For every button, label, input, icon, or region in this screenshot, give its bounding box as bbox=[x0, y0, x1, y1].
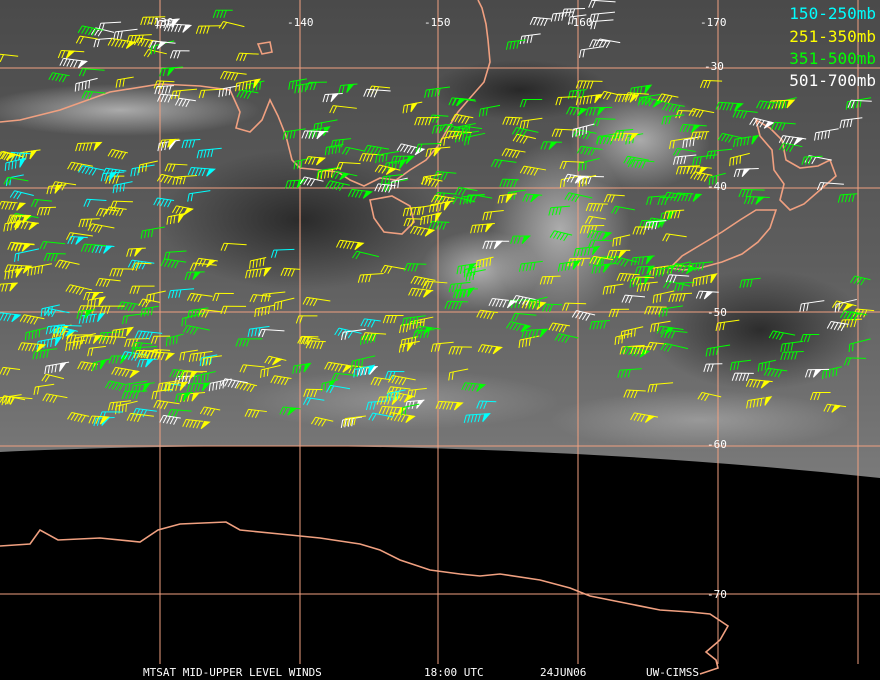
lat-label: -50 bbox=[707, 306, 727, 319]
footer-time: 18:00 UTC bbox=[424, 666, 484, 679]
wind-map-svg: -130 -140 -150 -160 -170 -30 -40 -50 -60… bbox=[0, 0, 880, 675]
legend-251-350: 251-350mb bbox=[789, 27, 876, 46]
lon-label: -160 bbox=[566, 16, 593, 29]
lat-label: -70 bbox=[707, 588, 727, 601]
lon-label: -150 bbox=[424, 16, 451, 29]
lat-label: -30 bbox=[704, 60, 724, 73]
legend-501-700: 501-700mb bbox=[789, 71, 876, 90]
antarctica-coast bbox=[0, 521, 730, 675]
legend-351-500: 351-500mb bbox=[789, 49, 876, 68]
footer-bar: MTSAT MID-UPPER LEVEL WINDS 18:00 UTC 24… bbox=[0, 664, 880, 680]
legend-150-250: 150-250mb bbox=[789, 4, 876, 23]
lon-label: -170 bbox=[700, 16, 727, 29]
lon-label: -130 bbox=[147, 16, 174, 29]
footer-product: MTSAT MID-UPPER LEVEL WINDS bbox=[143, 666, 322, 679]
lon-label: -140 bbox=[287, 16, 314, 29]
satellite-map: -130 -140 -150 -160 -170 -30 -40 -50 -60… bbox=[0, 0, 880, 680]
footer-source: UW-CIMSS bbox=[646, 666, 699, 679]
footer-date: 24JUN06 bbox=[540, 666, 587, 679]
lat-label: -40 bbox=[707, 180, 727, 193]
lat-label: -60 bbox=[707, 438, 727, 451]
